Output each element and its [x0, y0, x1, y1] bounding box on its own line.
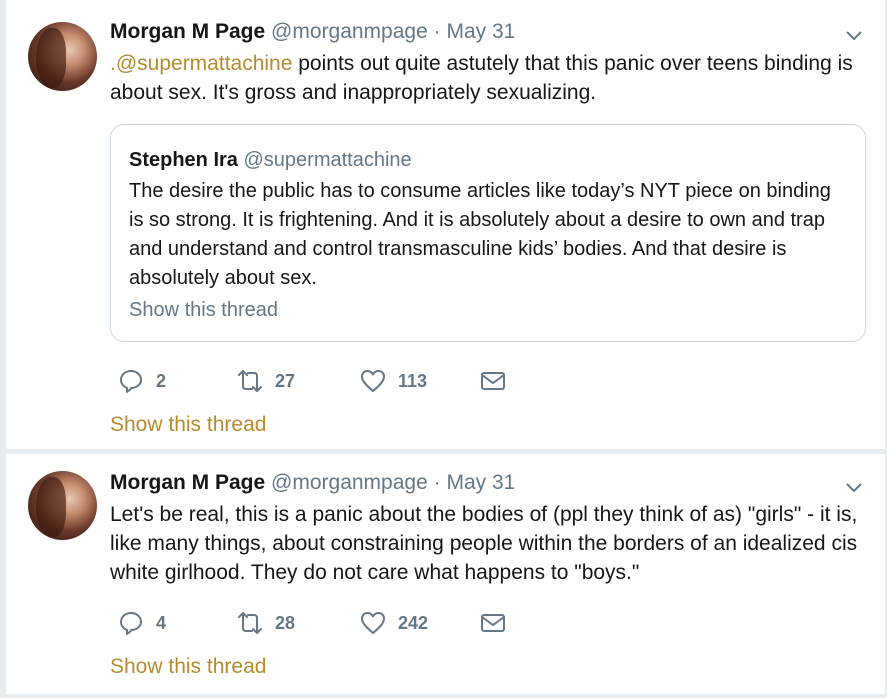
tweet[interactable]: Morgan M Page @morganmpage · May 31 Let'…	[6, 454, 885, 695]
tweet-date[interactable]: May 31	[446, 20, 515, 43]
author-name[interactable]: Morgan M Page	[110, 471, 265, 494]
retweet-count: 27	[275, 370, 296, 391]
quoted-author-handle: @supermattachine	[243, 149, 412, 171]
tweet-actions: 4 28 242	[110, 608, 530, 638]
reply-icon	[120, 370, 142, 393]
mention-link[interactable]: .@supermattachine	[110, 52, 292, 75]
avatar[interactable]	[28, 22, 97, 91]
retweet-button[interactable]: 28	[237, 608, 295, 638]
reply-icon	[120, 612, 142, 635]
heart-icon	[361, 612, 385, 634]
direct-message-button[interactable]	[480, 608, 506, 638]
reply-count: 2	[156, 370, 167, 391]
author-name[interactable]: Morgan M Page	[110, 20, 265, 43]
retweet-icon	[238, 612, 262, 634]
quoted-tweet[interactable]: Stephen Ira @supermattachine The desire …	[110, 124, 866, 342]
retweet-icon	[238, 370, 262, 392]
heart-icon	[361, 370, 385, 392]
direct-message-button[interactable]	[480, 366, 506, 396]
envelope-icon	[481, 614, 505, 632]
reply-count: 4	[156, 612, 167, 633]
tweet-date[interactable]: May 31	[446, 471, 515, 494]
reply-button[interactable]: 2	[118, 366, 166, 396]
show-thread-link[interactable]: Show this thread	[110, 413, 266, 437]
separator: ·	[433, 471, 441, 494]
quoted-tweet-text: The desire the public has to consume art…	[129, 180, 831, 289]
like-count: 242	[398, 612, 429, 633]
quoted-author-name: Stephen Ira	[129, 149, 238, 171]
separator: ·	[433, 20, 441, 43]
quoted-show-thread-link[interactable]: Show this thread	[129, 299, 278, 322]
retweet-count: 28	[275, 612, 296, 633]
like-button[interactable]: 113	[360, 366, 427, 396]
author-handle[interactable]: @morganmpage	[271, 20, 428, 43]
tweet[interactable]: Morgan M Page @morganmpage · May 31 .@su…	[6, 0, 885, 450]
reply-button[interactable]: 4	[118, 608, 166, 638]
avatar[interactable]	[28, 471, 97, 540]
chevron-down-icon[interactable]	[845, 26, 863, 44]
tweet-header: Morgan M Page @morganmpage · May 31	[110, 471, 515, 495]
like-button[interactable]: 242	[360, 608, 428, 638]
chevron-down-icon[interactable]	[845, 478, 863, 496]
author-handle[interactable]: @morganmpage	[271, 471, 428, 494]
show-thread-link[interactable]: Show this thread	[110, 655, 266, 679]
like-count: 113	[398, 370, 428, 391]
tweet-header: Morgan M Page @morganmpage · May 31	[110, 20, 515, 44]
tweet-text: Let's be real, this is a panic about the…	[110, 503, 858, 584]
quoted-tweet-header: Stephen Ira @supermattachine	[129, 149, 412, 172]
tweet-text: .@supermattachine points out quite astut…	[110, 49, 870, 107]
tweet-actions: 2 27 113	[110, 366, 530, 396]
retweet-button[interactable]: 27	[237, 366, 295, 396]
envelope-icon	[481, 372, 505, 390]
